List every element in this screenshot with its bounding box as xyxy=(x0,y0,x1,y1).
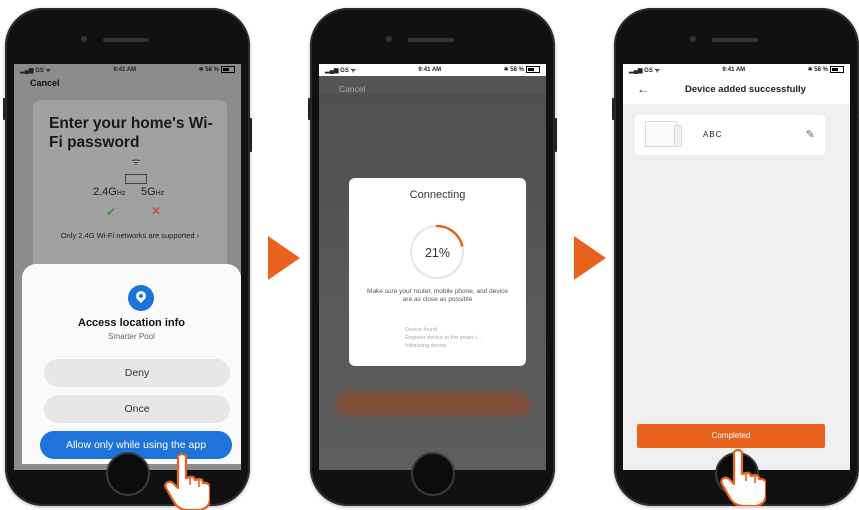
power-button xyxy=(554,118,557,152)
phone-2: ▂▄▆ GS ᯤ 9:41 AM ✱ 58 % Cancel Connectin… xyxy=(308,8,557,506)
cancel-link[interactable]: Cancel xyxy=(30,78,60,88)
location-permission-sheet: Access location info Smarter Pool Deny O… xyxy=(22,264,241,464)
router-icon: ᯤ xyxy=(125,154,147,184)
home-button xyxy=(106,452,150,496)
connecting-tip: Make sure your router, mobile phone, and… xyxy=(367,288,508,303)
clock: 9:41 AM xyxy=(722,67,746,73)
carrier: ▂▄▆ GS ᯤ xyxy=(629,68,660,74)
device-name: ABC xyxy=(703,130,723,139)
edit-pencil-icon[interactable]: ✎ xyxy=(806,128,815,141)
tap-hand-icon xyxy=(164,452,210,510)
completed-button[interactable]: Completed xyxy=(637,424,825,448)
next-arrow-icon xyxy=(574,236,606,280)
wifi-password-card: Enter your home's Wi-Fi password ᯤ 2.4GH… xyxy=(33,100,227,280)
battery-icon xyxy=(220,66,235,74)
connecting-dialog: Connecting 21% Make sure your router, mo… xyxy=(349,178,526,366)
device-thumbnail xyxy=(645,121,682,147)
location-pin-icon xyxy=(128,285,154,311)
phone-1: ▂▄▆ GS ᯤ 9:41 AM ✱ 58 % Cancel Enter you… xyxy=(3,8,252,506)
freq-24-label: 2.4GHz xyxy=(93,186,126,198)
status-bar: ▂▄▆ GS ᯤ 9:41 AM ✱ 58 % xyxy=(14,64,241,76)
carrier: ▂▄▆ GS ᯤ xyxy=(20,68,51,74)
battery-status: ✱ 58 % xyxy=(199,66,235,74)
camera xyxy=(81,36,87,42)
step-item: Register device to the smart c... xyxy=(405,335,483,341)
cancel-link[interactable]: Cancel xyxy=(339,84,365,94)
carrier: ▂▄▆ GS ᯤ xyxy=(325,68,356,74)
speaker xyxy=(712,38,758,42)
camera xyxy=(386,36,392,42)
home-button xyxy=(411,452,455,496)
phone-3: ▂▄▆ GS ᯤ 9:41 AM ✱ 58 % ← Device added s… xyxy=(612,8,859,506)
volume-button xyxy=(308,98,311,120)
blurred-button xyxy=(335,392,531,416)
clock: 9:41 AM xyxy=(113,67,137,73)
page-title: Device added successfully xyxy=(685,84,806,95)
volume-button xyxy=(3,98,6,120)
step-item: Initializing device xyxy=(405,343,447,349)
permission-title: Access location info xyxy=(78,317,185,329)
step-item: Device found xyxy=(405,327,438,333)
support-note[interactable]: Only 2.4G Wi-Fi networks are supported › xyxy=(33,231,227,240)
battery-icon xyxy=(829,66,844,74)
device-row[interactable]: ABC ✎ xyxy=(635,115,825,155)
screen-1: ▂▄▆ GS ᯤ 9:41 AM ✱ 58 % Cancel Enter you… xyxy=(14,64,241,470)
camera xyxy=(690,36,696,42)
tutorial-stage: ▂▄▆ GS ᯤ 9:41 AM ✱ 58 % Cancel Enter you… xyxy=(0,0,859,510)
status-bar: ▂▄▆ GS ᯤ 9:41 AM ✱ 58 % xyxy=(623,64,850,76)
status-bar: ▂▄▆ GS ᯤ 9:41 AM ✱ 58 % xyxy=(319,64,546,76)
cross-icon: ✕ xyxy=(151,204,162,218)
clock: 9:41 AM xyxy=(418,67,442,73)
screen-2: ▂▄▆ GS ᯤ 9:41 AM ✱ 58 % Cancel Connectin… xyxy=(319,64,546,470)
screen-3: ▂▄▆ GS ᯤ 9:41 AM ✱ 58 % ← Device added s… xyxy=(623,64,850,470)
wifi-title: Enter your home's Wi-Fi password xyxy=(49,115,213,151)
speaker xyxy=(103,38,149,42)
battery-status: ✱ 58 % xyxy=(504,66,540,74)
check-icon: ✔ xyxy=(106,205,117,219)
deny-button[interactable]: Deny xyxy=(44,359,230,387)
volume-button xyxy=(612,98,615,120)
power-button xyxy=(249,118,252,152)
battery-icon xyxy=(525,66,540,74)
once-button[interactable]: Once xyxy=(44,395,230,423)
permission-app-name: Smarter Pool xyxy=(108,332,155,341)
speaker xyxy=(408,38,454,42)
progress-percent: 21% xyxy=(424,246,451,260)
freq-5-label: 5GHz xyxy=(141,186,165,198)
connecting-title: Connecting xyxy=(409,189,466,201)
next-arrow-icon xyxy=(268,236,300,280)
connecting-steps: Device found Register device to the smar… xyxy=(405,326,482,350)
tap-hand-icon xyxy=(720,448,766,506)
battery-status: ✱ 58 % xyxy=(808,66,844,74)
